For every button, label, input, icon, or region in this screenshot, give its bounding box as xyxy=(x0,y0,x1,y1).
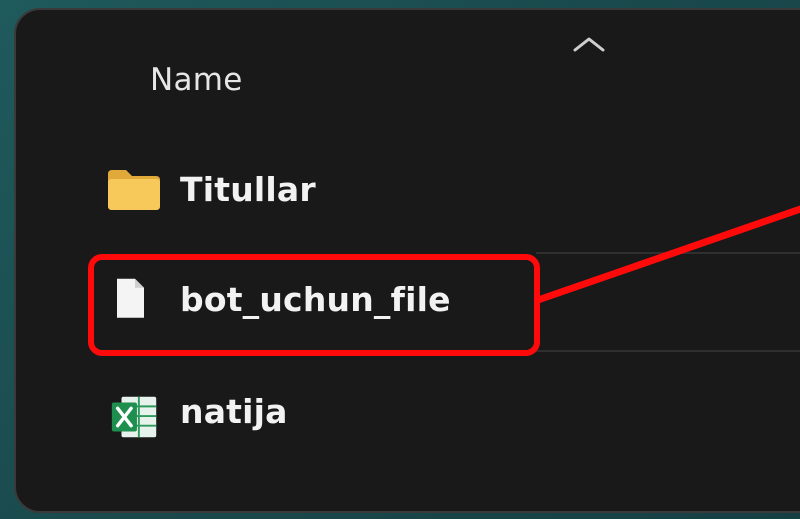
folder-icon xyxy=(108,170,160,210)
file-name-label: Titullar xyxy=(180,170,316,209)
row-divider xyxy=(536,350,800,352)
highlight-annotation-box xyxy=(88,254,540,356)
row-divider xyxy=(536,252,800,254)
file-row-titullar[interactable]: Titullar xyxy=(16,160,800,220)
file-explorer-window: Name Titullar bot_uchun_file natija xyxy=(14,8,800,513)
file-row-natija[interactable]: natija xyxy=(16,388,800,448)
file-name-label: natija xyxy=(180,392,288,431)
name-column-header[interactable]: Name xyxy=(150,62,243,98)
excel-file-icon xyxy=(111,396,157,438)
sort-ascending-chevron-icon[interactable] xyxy=(572,36,606,52)
